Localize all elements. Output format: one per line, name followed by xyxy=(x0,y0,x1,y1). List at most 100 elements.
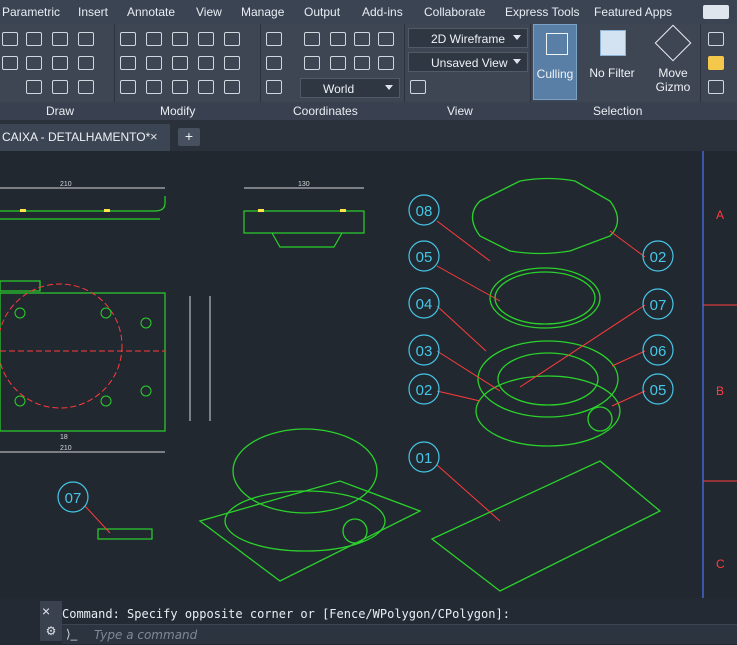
chevron-down-icon xyxy=(385,85,393,90)
menu-view[interactable]: View xyxy=(196,5,222,19)
chamfer-icon[interactable] xyxy=(224,80,240,94)
ellipse-icon[interactable] xyxy=(78,80,94,94)
file-tabs: CAIXA - DETALHAMENTO* × + xyxy=(0,120,737,152)
array-icon[interactable] xyxy=(198,56,214,70)
ucs-view-icon[interactable] xyxy=(354,56,370,70)
menu-annotate[interactable]: Annotate xyxy=(127,5,175,19)
ucs-dropdown[interactable]: World xyxy=(300,78,400,98)
xline-icon[interactable] xyxy=(78,56,94,70)
arc-icon[interactable] xyxy=(78,32,94,46)
ucs-icon-toggle[interactable] xyxy=(266,80,282,94)
rotate-icon[interactable] xyxy=(146,32,162,46)
cad-drawing: A B C 210 130 210 18 08 05 04 03 02 02 0… xyxy=(0,151,737,598)
menu-add-ins[interactable]: Add-ins xyxy=(362,5,403,19)
balloon-01: 01 xyxy=(416,450,433,467)
line-icon[interactable] xyxy=(2,32,18,46)
balloon-03: 03 xyxy=(416,343,433,360)
ucs-named-icon[interactable] xyxy=(266,56,282,70)
settings-icon[interactable] xyxy=(708,32,724,46)
border-letter-a: A xyxy=(716,208,724,222)
move-gizmo-button[interactable]: Move Gizmo xyxy=(648,24,698,100)
panel-label-modify[interactable]: Modify xyxy=(160,104,195,118)
named-view-value: Unsaved View xyxy=(431,56,508,70)
ucs-icon[interactable] xyxy=(266,32,282,46)
balloon-04: 04 xyxy=(416,296,433,313)
ribbon: World 2D Wireframe Unsaved View Culling … xyxy=(0,24,737,120)
cube-filter-icon xyxy=(600,30,626,56)
trim-icon[interactable] xyxy=(172,32,188,46)
culling-button[interactable]: Culling xyxy=(533,24,577,100)
menu-insert[interactable]: Insert xyxy=(78,5,108,19)
border-letter-b: B xyxy=(716,384,724,398)
mirror-icon[interactable] xyxy=(224,32,240,46)
ucs-face-icon[interactable] xyxy=(330,56,346,70)
join-icon[interactable] xyxy=(198,80,214,94)
explode-icon[interactable] xyxy=(120,80,136,94)
offset-icon[interactable] xyxy=(224,56,240,70)
balloon-07-right: 07 xyxy=(650,297,667,314)
polyline-icon[interactable] xyxy=(26,32,42,46)
circle-icon[interactable] xyxy=(52,32,68,46)
menu-bar: Parametric Insert Annotate View Manage O… xyxy=(0,0,737,24)
named-view-dropdown[interactable]: Unsaved View xyxy=(408,52,528,72)
balloon-05-left: 05 xyxy=(416,249,433,266)
ucs-dropdown-value: World xyxy=(323,82,355,96)
drawing-canvas[interactable]: A B C 210 130 210 18 08 05 04 03 02 02 0… xyxy=(0,151,737,598)
balloon-06: 06 xyxy=(650,343,667,360)
panel-label-coordinates[interactable]: Coordinates xyxy=(293,104,358,118)
culling-icon xyxy=(546,33,568,55)
copy-icon[interactable] xyxy=(198,32,214,46)
menu-output[interactable]: Output xyxy=(304,5,340,19)
balloon-08: 08 xyxy=(416,203,433,220)
spline-icon[interactable] xyxy=(2,56,18,70)
customize-icon[interactable]: ⚙ xyxy=(40,624,62,643)
visual-style-dropdown[interactable]: 2D Wireframe xyxy=(408,28,528,48)
command-input-box[interactable]: ⟩_ xyxy=(62,624,737,644)
no-filter-label: No Filter xyxy=(589,66,635,80)
command-input[interactable] xyxy=(92,626,696,644)
menu-manage[interactable]: Manage xyxy=(241,5,284,19)
move-gizmo-label: Move Gizmo xyxy=(655,66,691,94)
polygon-icon[interactable] xyxy=(26,80,42,94)
fillet-icon[interactable] xyxy=(120,56,136,70)
no-filter-button[interactable]: No Filter xyxy=(582,24,642,100)
menu-featured-apps[interactable]: Featured Apps xyxy=(594,5,672,19)
balloon-05-right: 05 xyxy=(650,382,667,399)
break-icon[interactable] xyxy=(172,80,188,94)
panel-label-selection[interactable]: Selection xyxy=(593,104,642,118)
new-tab-button[interactable]: + xyxy=(178,128,200,146)
panel-label-view[interactable]: View xyxy=(447,104,473,118)
extend-icon[interactable] xyxy=(146,80,162,94)
visual-style-value: 2D Wireframe xyxy=(431,32,506,46)
menu-parametric[interactable]: Parametric xyxy=(2,5,60,19)
window-icon[interactable] xyxy=(708,80,724,94)
dim-210-top: 210 xyxy=(60,181,72,188)
panel-label-draw[interactable]: Draw xyxy=(46,104,74,118)
file-tab-active[interactable]: CAIXA - DETALHAMENTO* × xyxy=(0,124,170,151)
viewports-icon[interactable] xyxy=(410,80,426,94)
ucs-y-icon[interactable] xyxy=(354,32,370,46)
ucs-3point-icon[interactable] xyxy=(378,56,394,70)
menu-express-tools[interactable]: Express Tools xyxy=(505,5,579,19)
command-prompt-icon: ⟩_ xyxy=(66,627,78,641)
ray-icon[interactable] xyxy=(52,56,68,70)
ucs-object-icon[interactable] xyxy=(304,56,320,70)
gizmo-icon xyxy=(654,24,692,62)
balloon-07-left: 07 xyxy=(65,490,82,507)
scale-icon[interactable] xyxy=(172,56,188,70)
chevron-down-icon xyxy=(513,35,521,40)
rectangle-icon[interactable] xyxy=(52,80,68,94)
light-icon[interactable] xyxy=(708,56,724,70)
close-icon[interactable]: × xyxy=(42,603,50,619)
move-icon[interactable] xyxy=(120,32,136,46)
command-history: Command: Specify opposite corner or [Fen… xyxy=(62,607,510,621)
ucs-origin-icon[interactable] xyxy=(304,32,320,46)
hatch-icon[interactable] xyxy=(26,56,42,70)
culling-label: Culling xyxy=(536,67,574,81)
close-icon[interactable]: × xyxy=(150,129,158,144)
menu-collaborate[interactable]: Collaborate xyxy=(424,5,485,19)
ucs-x-icon[interactable] xyxy=(330,32,346,46)
ribbon-minimize-button[interactable] xyxy=(703,5,729,19)
stretch-icon[interactable] xyxy=(146,56,162,70)
ucs-z-icon[interactable] xyxy=(378,32,394,46)
